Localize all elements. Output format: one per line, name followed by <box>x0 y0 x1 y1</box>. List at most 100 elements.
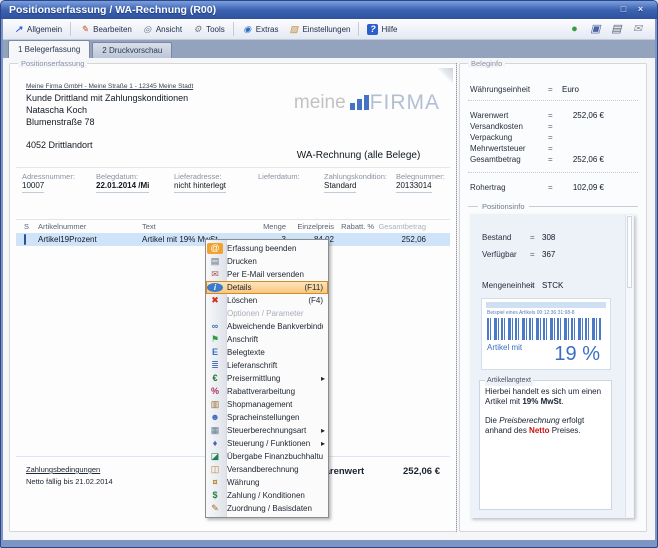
menu-tools[interactable]: ⚙Tools <box>187 22 230 37</box>
menu-item-drucken[interactable]: ▤Drucken <box>206 255 328 268</box>
menu-item-spracheinstellungen[interactable]: ☻Spracheinstellungen <box>206 411 328 424</box>
field-label: Adressnummer: <box>22 172 75 181</box>
mail-envelope-icon[interactable]: ✉ <box>631 23 644 36</box>
equals-sign: = <box>548 183 562 192</box>
table-header-s: S <box>24 222 38 231</box>
menu-item-uebergabe-finanzbuchhaltung[interactable]: ◪Übergabe Finanzbuchhaltung <box>206 450 328 463</box>
menu-item-erfassung-beenden[interactable]: @Erfassung beenden <box>206 242 328 255</box>
menu-allgemein[interactable]: ↗Allgemein <box>8 22 67 37</box>
address-flag-icon: ⚑ <box>207 334 223 345</box>
currency-icon: ¤ <box>207 477 223 488</box>
row-label: Verpackung <box>470 133 548 142</box>
menubar-separator <box>358 22 359 36</box>
scrollbar[interactable] <box>625 215 633 517</box>
row-label: Warenwert <box>470 111 548 120</box>
logo-text-meine: meine <box>294 95 346 111</box>
menu-item-steuerung-funktionen[interactable]: ♦Steuerung / Funktionen <box>206 437 328 450</box>
zahlungsbedingungen-link[interactable]: Zahlungsbedingungen <box>26 465 113 474</box>
equals-sign: = <box>530 250 542 259</box>
pricing-icon: € <box>207 373 223 384</box>
context-menu: @Erfassung beenden ▤Drucken ✉Per E-Mail … <box>205 239 329 518</box>
shortcut: (F4) <box>308 296 323 305</box>
menu-item-zahlung-konditionen[interactable]: $Zahlung / Konditionen <box>206 489 328 502</box>
barcode-caption: Beispiel eines Artikels 00:12:36:31:98-8 <box>487 310 606 316</box>
equals-sign: = <box>530 281 542 290</box>
menu-label: Extras <box>256 25 279 34</box>
table-header-artikelnummer: Artikelnummer <box>38 222 142 231</box>
row-value: 252,06 € <box>562 155 636 164</box>
zahlungskondition-value[interactable]: Standard <box>324 181 356 193</box>
menu-item-shopmanagement[interactable]: ▥Shopmanagement <box>206 398 328 411</box>
equals-sign: = <box>548 122 562 131</box>
menu-hilfe[interactable]: ?Hilfe <box>362 22 402 37</box>
longtext-part: Netto <box>529 426 549 435</box>
row-value: Euro <box>562 85 636 94</box>
beleginfo-row-gesamtbetrag: Gesamtbetrag = 252,06 € <box>470 154 636 164</box>
tab-belegerfassung[interactable]: 1 Belegerfassung <box>8 40 90 58</box>
menu-bearbeiten[interactable]: ✎Bearbeiten <box>74 22 137 37</box>
menu-item-preisermittlung[interactable]: €Preisermittlung <box>206 372 328 385</box>
payment-terms: Zahlungsbedingungen Netto fällig bis 21.… <box>26 465 113 486</box>
logo-bars-icon <box>350 95 369 110</box>
menu-ansicht[interactable]: ◎Ansicht <box>137 22 187 37</box>
menu-item-rabattverarbeitung[interactable]: %Rabattverarbeitung <box>206 385 328 398</box>
menu-item-versandberechnung[interactable]: ◫Versandberechnung <box>206 463 328 476</box>
beleginfo-row-mehrwertsteuer: Mehrwertsteuer = <box>470 143 636 153</box>
app-window: Positionserfassung / WA-Rechnung (R00) □… <box>0 0 658 548</box>
restore-button[interactable]: □ <box>617 4 630 16</box>
delivery-address-icon: ≣ <box>207 360 223 371</box>
content-area: Positionserfassung Meine Firma GmbH - Me… <box>3 58 655 540</box>
menubar-separator <box>233 22 234 36</box>
printer-icon[interactable]: ▤ <box>610 23 623 36</box>
help-icon: ? <box>367 24 378 35</box>
menu-item-belegtexte[interactable]: EBelegtexte <box>206 346 328 359</box>
menu-item-steuerberechnungsart[interactable]: ▦Steuerberechnungsart <box>206 424 328 437</box>
row-status-cell <box>24 235 38 244</box>
web-globe-icon[interactable]: ● <box>568 23 581 36</box>
belegnummer-value[interactable]: 20133014 <box>396 181 432 193</box>
assignment-icon: ✎ <box>207 503 223 514</box>
menu-label: Bearbeiten <box>93 25 132 34</box>
positionsinfo-panel: Bestand = 308 Verfügbar = 367 Mengeneinh… <box>470 214 634 518</box>
discount-icon: % <box>207 386 223 397</box>
longtext-part: Die <box>485 416 499 425</box>
divider <box>468 172 638 173</box>
lieferadresse-value[interactable]: nicht hinterlegt <box>174 181 226 193</box>
row-label: Gesamtbetrag <box>470 155 548 164</box>
allgemein-icon: ↗ <box>13 24 24 35</box>
row-label: Mengeneinheit <box>482 281 530 290</box>
divider <box>468 100 638 101</box>
menu-item-zuordnung-basisdaten[interactable]: ✎Zuordnung / Basisdaten <box>206 502 328 515</box>
cell-artikelnummer[interactable]: Artikel19Prozent <box>38 235 142 244</box>
menu-item-waehrung[interactable]: ¤Währung <box>206 476 328 489</box>
belegdatum-value[interactable]: 22.01.2014 /Mi <box>96 181 149 193</box>
close-button[interactable]: × <box>634 4 647 16</box>
document-preview-icon[interactable]: ▣ <box>589 23 602 36</box>
divider <box>16 167 450 168</box>
menu-item-details[interactable]: iDetails(F11) <box>206 281 328 294</box>
tab-druckvorschau[interactable]: 2 Druckvorschau <box>92 42 172 58</box>
scrollbar-thumb[interactable] <box>627 216 632 288</box>
menu-item-lieferanschrift[interactable]: ≣Lieferanschrift <box>206 359 328 372</box>
print-icon: ▤ <box>207 256 223 267</box>
menubar-separator <box>70 22 71 36</box>
tabstrip: 1 Belegerfassung 2 Druckvorschau <box>3 40 655 58</box>
menu-extras[interactable]: ◉Extras <box>237 22 284 37</box>
menu-item-anschrift[interactable]: ⚑Anschrift <box>206 333 328 346</box>
menu-item-abweichende-bankverbindung[interactable]: ∞Abweichende Bankverbindung <box>206 320 328 333</box>
row-label: Rohertrag <box>470 183 548 192</box>
shop-icon: ▥ <box>207 399 223 410</box>
field-belegnummer: Belegnummer: 20133014 <box>396 172 444 190</box>
longtext-paragraph: Hierbei handelt es sich um einen Artikel… <box>485 387 606 407</box>
menu-label: Hilfe <box>381 25 397 34</box>
adressnummer-value[interactable]: 10007 <box>22 181 44 193</box>
menu-item-loeschen[interactable]: ✖Löschen(F4) <box>206 294 328 307</box>
page-curl-decoration <box>438 68 453 83</box>
delete-icon: ✖ <box>207 295 223 306</box>
longtext-paragraph: Die Preisberechnung erfolgt anhand des N… <box>485 416 606 436</box>
longtext-part: Preisberechnung <box>499 416 559 425</box>
panel-splitter[interactable] <box>456 63 458 532</box>
cell-gesamtbetrag[interactable]: 252,06 <box>374 235 426 244</box>
menu-einstellungen[interactable]: ▨Einstellungen <box>283 22 355 37</box>
menu-item-per-email-versenden[interactable]: ✉Per E-Mail versenden <box>206 268 328 281</box>
